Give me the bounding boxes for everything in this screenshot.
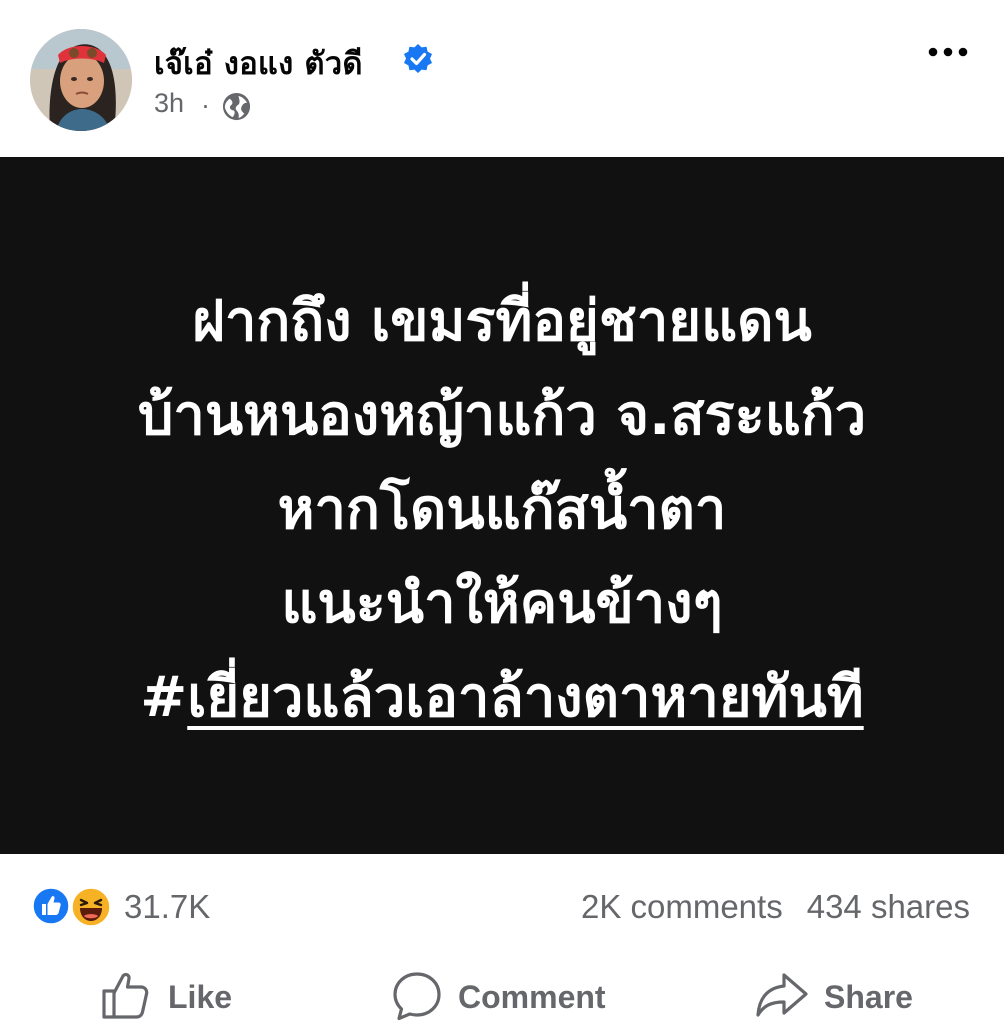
share-count[interactable]: 434 shares xyxy=(807,888,970,925)
share-label: Share xyxy=(824,979,913,1015)
hashtag-prefix: # xyxy=(140,665,188,730)
like-button[interactable]: Like xyxy=(100,965,240,1025)
avatar[interactable] xyxy=(30,29,132,131)
like-reaction-icon[interactable] xyxy=(32,887,70,925)
post-line-4: แนะนำให้คนข้างๆ xyxy=(281,571,723,636)
more-options-icon[interactable] xyxy=(924,38,972,66)
post-line-2: บ้านหนองหญ้าแก้ว จ.สระแก้ว xyxy=(137,383,867,448)
post-text: ฝากถึง เขมรที่อยู่ชายแดน บ้านหนองหญ้าแก้… xyxy=(0,275,1004,745)
verified-badge-icon xyxy=(404,44,432,73)
globe-icon xyxy=(222,92,251,121)
share-button[interactable]: Share xyxy=(754,965,924,1025)
hashtag-line: #เยี่ยวแล้วเอาล้างตาหายทันที xyxy=(0,651,1004,745)
reaction-count[interactable]: 31.7K xyxy=(124,888,210,926)
haha-reaction-icon[interactable] xyxy=(71,887,111,927)
share-arrow-icon xyxy=(756,973,808,1017)
comments-shares: 2K comments 434 shares xyxy=(557,888,970,926)
post-line-3: หากโดนแก๊สน้ำตา xyxy=(277,477,727,542)
post-line-1: ฝากถึง เขมรที่อยู่ชายแดน xyxy=(192,289,812,354)
author-name[interactable]: เจ๊เอ๋ งอแง ตัวดี xyxy=(154,38,363,88)
comment-button[interactable]: Comment xyxy=(390,965,620,1025)
comment-count[interactable]: 2K comments xyxy=(581,888,783,925)
post-header: เจ๊เอ๋ งอแง ตัวดี 3h · xyxy=(0,0,1004,157)
meta-separator: · xyxy=(201,90,210,120)
thumbs-up-icon xyxy=(102,972,149,1019)
comment-bubble-icon xyxy=(393,972,441,1021)
post-time[interactable]: 3h xyxy=(154,88,184,119)
like-label: Like xyxy=(168,979,233,1015)
comment-label: Comment xyxy=(458,979,606,1015)
hashtag-link[interactable]: เยี่ยวแล้วเอาล้างตาหายทันที xyxy=(187,665,863,730)
